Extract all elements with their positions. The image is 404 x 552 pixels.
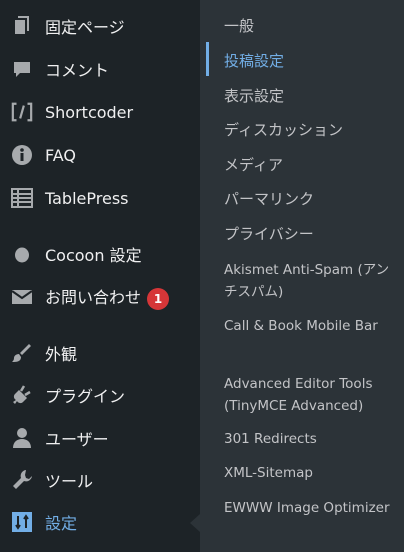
- shortcode-icon: [11, 101, 33, 123]
- circle-icon: [11, 243, 33, 265]
- menu-label: FAQ: [45, 145, 76, 165]
- menu-item-appearance[interactable]: 外観: [0, 335, 200, 371]
- menu-label: Shortcoder: [45, 102, 134, 122]
- settings-submenu: 一般 投稿設定 表示設定 ディスカッション メディア パーマリンク プライバシー…: [200, 0, 404, 552]
- menu-label: 外観: [45, 345, 78, 364]
- menu-item-users[interactable]: ユーザー: [0, 420, 200, 456]
- submenu-item-ewww[interactable]: EWWW Image Optimizer: [224, 497, 396, 519]
- submenu-item-reading[interactable]: 表示設定: [224, 85, 396, 107]
- menu-label: TablePress: [45, 188, 129, 208]
- menu-label: コメント: [45, 61, 110, 80]
- submenu-item-permalinks[interactable]: パーマリンク: [224, 188, 396, 210]
- mail-icon: [11, 286, 33, 308]
- page-icon: [11, 15, 33, 37]
- submenu-item-privacy[interactable]: プライバシー: [224, 223, 396, 245]
- plugin-icon: [11, 384, 33, 406]
- table-icon: [11, 187, 33, 209]
- submenu-item-call-book[interactable]: Call & Book Mobile Bar: [224, 315, 396, 337]
- notification-badge: 1: [147, 287, 170, 310]
- menu-label: ユーザー: [45, 430, 109, 449]
- menu-item-settings[interactable]: 設定: [0, 504, 200, 540]
- comment-icon: [11, 58, 33, 80]
- menu-label: プラグイン: [45, 387, 126, 406]
- menu-item-pages[interactable]: 固定ページ: [0, 8, 200, 44]
- menu-item-shortcoder[interactable]: Shortcoder: [0, 94, 200, 130]
- menu-item-contact[interactable]: お問い合わせ 1: [0, 279, 200, 315]
- menu-item-cocoon[interactable]: Cocoon 設定: [0, 236, 200, 272]
- submenu-item-301-redirects[interactable]: 301 Redirects: [224, 428, 396, 450]
- menu-label-text: お問い合わせ: [45, 288, 142, 308]
- submenu-item-general[interactable]: 一般: [224, 15, 396, 37]
- menu-label: ツール: [45, 472, 94, 491]
- menu-item-comments[interactable]: コメント: [0, 51, 200, 87]
- user-icon: [11, 427, 33, 449]
- wrench-icon: [11, 469, 33, 491]
- submenu-item-media[interactable]: メディア: [224, 154, 396, 176]
- submenu-item-discussion[interactable]: ディスカッション: [224, 119, 396, 141]
- submenu-item-advanced-editor[interactable]: Advanced Editor Tools (TinyMCE Advanced): [224, 373, 396, 417]
- menu-label: 固定ページ: [45, 18, 125, 37]
- settings-icon: [11, 511, 33, 533]
- menu-label: Cocoon 設定: [45, 246, 142, 265]
- submenu-item-akismet[interactable]: Akismet Anti-Spam (アンチスパム): [224, 259, 396, 303]
- brush-icon: [11, 342, 33, 364]
- menu-item-faq[interactable]: FAQ: [0, 137, 200, 173]
- active-indicator: [206, 42, 209, 76]
- submenu-item-writing[interactable]: 投稿設定: [224, 50, 396, 72]
- menu-label: お問い合わせ 1: [45, 284, 170, 310]
- submenu-item-xml-sitemap[interactable]: XML-Sitemap: [224, 462, 396, 484]
- menu-item-plugins[interactable]: プラグイン: [0, 377, 200, 413]
- menu-label: 設定: [45, 514, 78, 533]
- menu-item-tools[interactable]: ツール: [0, 462, 200, 498]
- menu-item-tablepress[interactable]: TablePress: [0, 180, 200, 216]
- admin-menu: 固定ページ コメント Shortcoder FAQ TablePress Coc…: [0, 0, 200, 552]
- submenu-pointer: [190, 514, 200, 532]
- info-icon: [11, 144, 33, 166]
